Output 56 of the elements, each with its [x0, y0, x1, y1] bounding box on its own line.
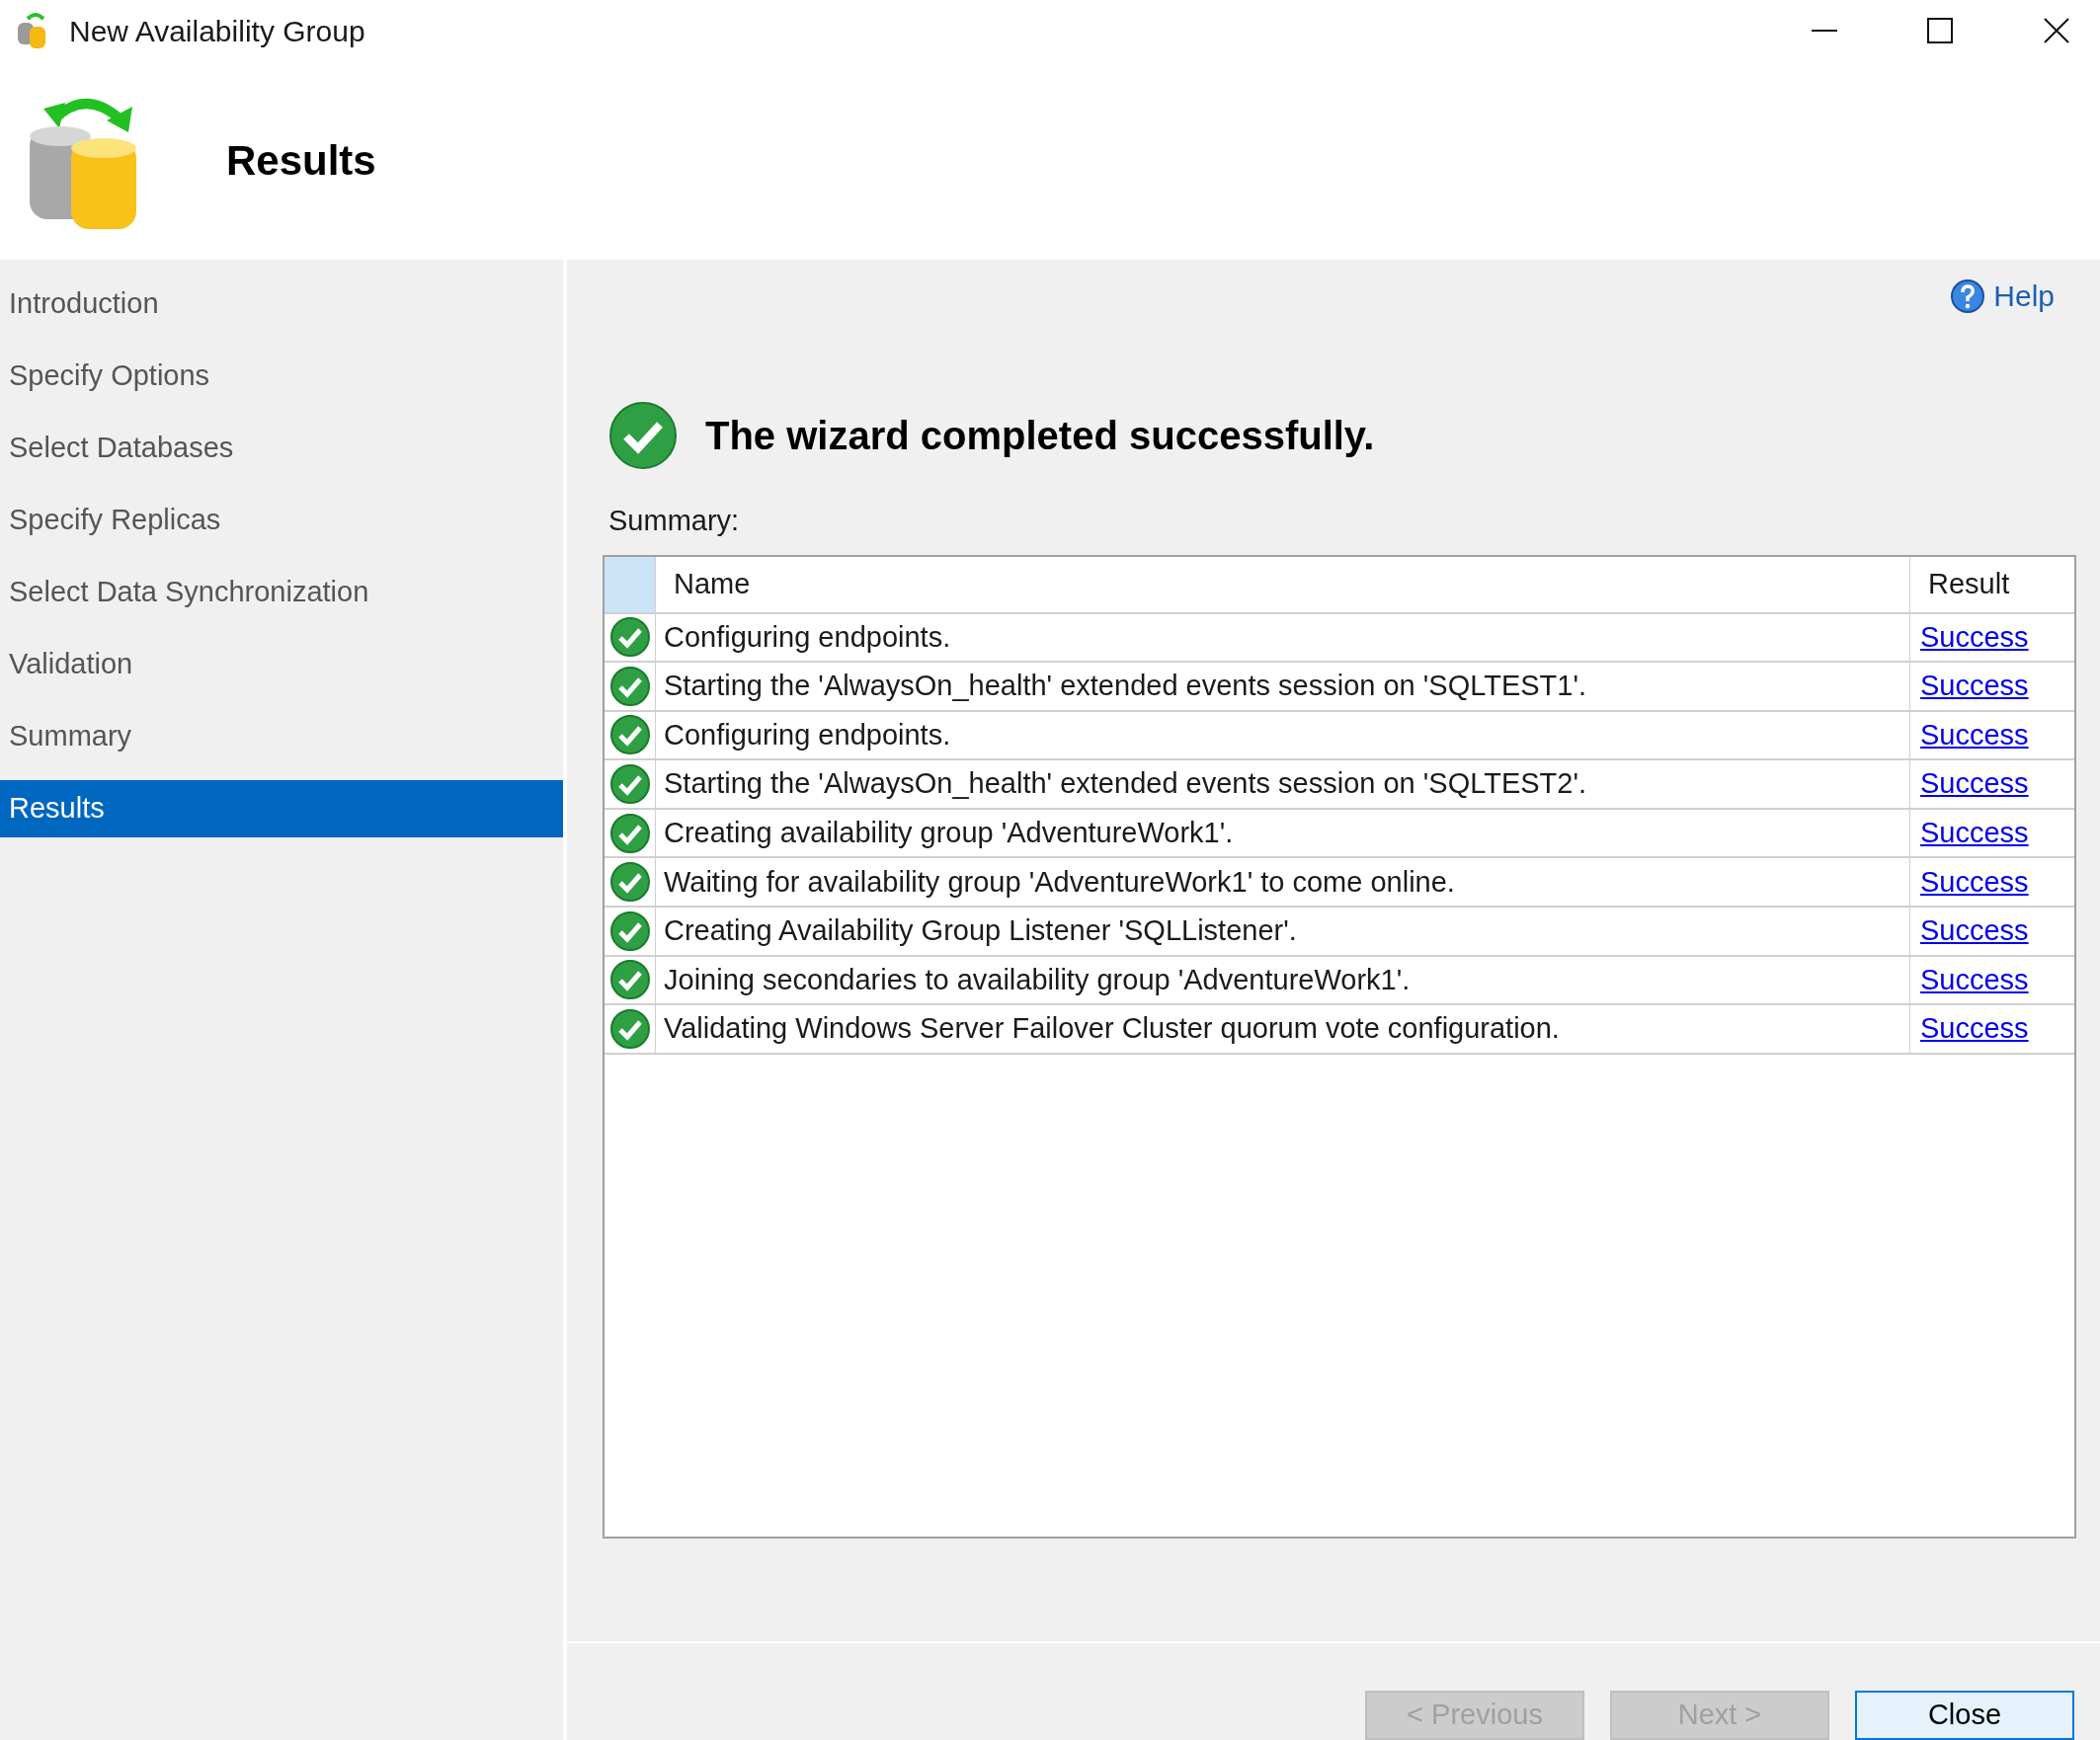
window-title: New Availability Group — [69, 13, 365, 49]
wizard-step[interactable]: Summary — [0, 708, 563, 765]
success-check-icon — [608, 812, 651, 854]
table-row[interactable]: Waiting for availability group 'AdventureWork1' to come online. Success — [605, 858, 2074, 909]
table-row[interactable]: Validating Windows Server Failover Cluster quorum vote configuration. Success — [605, 1005, 2074, 1055]
table-cell-text: Validating Windows Server Failover Cluster quorum vote configuration. — [664, 1011, 1560, 1047]
result-link[interactable]: Success — [1920, 762, 2029, 806]
column-header[interactable]: Result — [1910, 556, 2074, 612]
success-message: The wizard completed successfully. — [705, 413, 1375, 459]
success-check-icon — [608, 959, 651, 1001]
result-link[interactable]: Success — [1920, 910, 2029, 953]
wizard-step[interactable]: Select Databases — [0, 420, 563, 477]
success-check-icon — [608, 616, 651, 659]
wizard-step[interactable]: Select Data Synchronization — [0, 564, 563, 621]
column-header[interactable]: Name — [656, 556, 1910, 612]
success-check-icon — [608, 665, 651, 707]
summary-label: Summary: — [608, 504, 740, 538]
table-row[interactable]: Starting the 'AlwaysOn_health' extended events session on 'SQLTEST1'. Success — [605, 663, 2074, 712]
result-link[interactable]: Success — [1920, 958, 2029, 1002]
maximize-icon[interactable] — [1926, 17, 1954, 44]
wizard-button[interactable]: Close — [1855, 1691, 2074, 1740]
table-row[interactable]: Configuring endpoints. Success — [605, 711, 2074, 761]
table-row[interactable]: Starting the 'AlwaysOn_health' extended events session on 'SQLTEST2'. Success — [605, 760, 2074, 810]
result-link[interactable]: Success — [1920, 860, 2029, 904]
result-link[interactable]: Success — [1920, 665, 2029, 708]
success-check-icon — [608, 714, 651, 756]
table-cell-text: Starting the 'AlwaysOn_health' extended events session on 'SQLTEST1'. — [664, 669, 1587, 704]
success-check-icon — [608, 861, 651, 904]
help-link[interactable]: Help — [1950, 274, 2055, 318]
result-link[interactable]: Success — [1920, 1007, 2029, 1051]
table-cell-text: Starting the 'AlwaysOn_health' extended events session on 'SQLTEST2'. — [664, 766, 1587, 802]
wizard-step[interactable]: Results — [0, 780, 563, 837]
close-icon[interactable] — [2043, 17, 2070, 44]
table-cell-text: Waiting for availability group 'AdventureWork1' to come online. — [664, 864, 1455, 900]
wizard-step[interactable]: Specify Replicas — [0, 492, 563, 549]
table-row[interactable]: Creating availability group 'AdventureWork1'. Success — [605, 809, 2074, 859]
table-cell-text: Joining secondaries to availability group 'AdventureWork1'. — [664, 962, 1411, 997]
page-heading: Results — [226, 136, 376, 186]
table-cell-text: Configuring endpoints. — [664, 717, 951, 752]
table-row[interactable]: Configuring endpoints. Success — [605, 613, 2074, 664]
success-check-icon — [608, 1008, 651, 1051]
success-check-icon — [608, 401, 678, 470]
result-link[interactable]: Success — [1920, 615, 2029, 660]
table-cell-text: Creating Availability Group Listener 'SQLListener'. — [664, 913, 1297, 949]
table-row[interactable]: Creating Availability Group Listener 'SQLListener'. Success — [605, 908, 2074, 957]
result-link[interactable]: Success — [1920, 713, 2029, 757]
table-cell-text: Configuring endpoints. — [664, 619, 951, 655]
wizard-step[interactable]: Validation — [0, 636, 563, 693]
table-row[interactable]: Joining secondaries to availability group 'AdventureWork1'. Success — [605, 956, 2074, 1006]
success-check-icon — [608, 910, 651, 952]
success-check-icon — [608, 763, 651, 806]
table-cell-text: Creating availability group 'AdventureWork1'. — [664, 815, 1234, 850]
result-link[interactable]: Success — [1920, 811, 2029, 855]
wizard-step[interactable]: Introduction — [0, 276, 563, 333]
help-icon — [1950, 277, 1986, 314]
wizard-step[interactable]: Specify Options — [0, 348, 563, 405]
